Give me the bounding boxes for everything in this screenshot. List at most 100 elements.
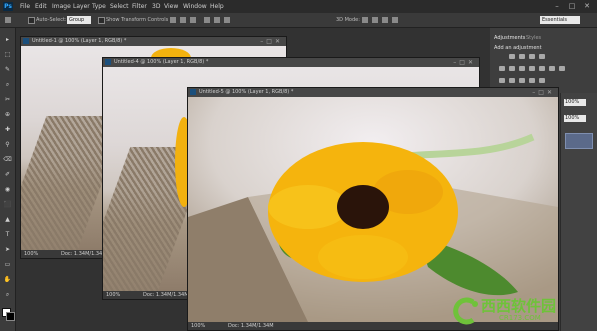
minimize-icon[interactable]: – bbox=[551, 1, 563, 11]
menu-bar: Ps File Edit Image Layer Type Select Fil… bbox=[0, 0, 597, 13]
transform-label: Show Transform Controls bbox=[106, 17, 169, 23]
zoom-level[interactable]: 100% bbox=[191, 323, 205, 329]
blur-tool-icon[interactable]: ◉ bbox=[3, 186, 12, 193]
crop-tool-icon[interactable]: ✂ bbox=[3, 96, 12, 103]
document-icon bbox=[23, 38, 29, 44]
path-select-tool-icon[interactable]: ➤ bbox=[3, 246, 12, 253]
menu-view[interactable]: View bbox=[164, 3, 178, 10]
menu-file[interactable]: File bbox=[20, 3, 30, 10]
document-size: Doc: 1.34M/1.34M bbox=[228, 323, 274, 329]
pen-tool-icon[interactable]: ▲ bbox=[3, 216, 12, 223]
align-right-icon[interactable] bbox=[224, 17, 230, 23]
align-top-icon[interactable] bbox=[170, 17, 176, 23]
document-titlebar[interactable]: Untitled-5 @ 100% (Layer 1, RGB/8) * –□✕ bbox=[188, 88, 558, 97]
auto-select-label: Auto-Select: bbox=[36, 17, 67, 23]
hand-tool-icon[interactable]: ✋ bbox=[3, 276, 12, 283]
threshold-icon[interactable] bbox=[519, 78, 525, 83]
menu-filter[interactable]: Filter bbox=[132, 3, 147, 10]
3d-slide-icon[interactable] bbox=[392, 17, 398, 23]
color-lookup-icon[interactable] bbox=[559, 66, 565, 71]
menu-3d[interactable]: 3D bbox=[152, 3, 160, 10]
document-canvas[interactable] bbox=[188, 97, 558, 322]
move-tool-icon[interactable] bbox=[5, 17, 11, 23]
watermark-logo-icon bbox=[453, 297, 478, 325]
document-title: Untitled-5 @ 100% (Layer 1, RGB/8) * bbox=[199, 89, 294, 95]
black-white-icon[interactable] bbox=[529, 66, 535, 71]
opacity-field[interactable]: 100% bbox=[564, 99, 586, 106]
invert-icon[interactable] bbox=[499, 78, 505, 83]
align-bottom-icon[interactable] bbox=[190, 17, 196, 23]
maximize-icon[interactable]: □ bbox=[566, 1, 578, 11]
3d-pan-icon[interactable] bbox=[382, 17, 388, 23]
eyedropper-tool-icon[interactable]: ⊕ bbox=[3, 111, 12, 118]
gradient-tool-icon[interactable]: ⬛ bbox=[3, 201, 12, 208]
gradient-map-icon[interactable] bbox=[529, 78, 535, 83]
options-bar: Auto-Select: Group Show Transform Contro… bbox=[0, 13, 597, 28]
document-size: Doc: 1.34M/1.34M bbox=[143, 292, 189, 298]
channel-mixer-icon[interactable] bbox=[549, 66, 555, 71]
zoom-tool-icon[interactable]: ⌕ bbox=[3, 291, 12, 298]
vibrance-icon[interactable] bbox=[499, 66, 505, 71]
hue-saturation-icon[interactable] bbox=[509, 66, 515, 71]
auto-select-checkbox[interactable] bbox=[28, 17, 35, 24]
selective-color-icon[interactable] bbox=[539, 78, 545, 83]
3d-rotate-icon[interactable] bbox=[362, 17, 368, 23]
document-window-buttons[interactable]: –□✕ bbox=[260, 38, 283, 45]
auto-select-dropdown[interactable]: Group bbox=[67, 16, 91, 24]
3d-mode-label: 3D Mode: bbox=[336, 17, 360, 23]
menu-image[interactable]: Image bbox=[52, 3, 71, 10]
document-icon bbox=[190, 89, 196, 95]
eraser-tool-icon[interactable]: ⌫ bbox=[3, 156, 12, 163]
lasso-tool-icon[interactable]: ✎ bbox=[3, 66, 12, 73]
marquee-tool-icon[interactable]: ⬚ bbox=[3, 51, 12, 58]
menu-select[interactable]: Select bbox=[110, 3, 129, 10]
tab-adjustments[interactable]: Adjustments bbox=[494, 35, 525, 41]
close-icon[interactable]: ✕ bbox=[581, 1, 593, 11]
align-middle-icon[interactable] bbox=[180, 17, 186, 23]
menu-type[interactable]: Type bbox=[92, 3, 106, 10]
shape-tool-icon[interactable]: ▭ bbox=[3, 261, 12, 268]
menu-layer[interactable]: Layer bbox=[73, 3, 90, 10]
watermark: 西西软件园 CR173.COM bbox=[447, 293, 597, 331]
photo-filter-icon[interactable] bbox=[539, 66, 545, 71]
levels-icon[interactable] bbox=[519, 54, 525, 59]
color-balance-icon[interactable] bbox=[519, 66, 525, 71]
document-titlebar[interactable]: Untitled-1 @ 100% (Layer 1, RGB/8) * –□✕ bbox=[21, 37, 286, 46]
healing-tool-icon[interactable]: ✚ bbox=[3, 126, 12, 133]
menu-window[interactable]: Window bbox=[183, 3, 207, 10]
move-tool-icon[interactable]: ▸ bbox=[3, 36, 12, 43]
watermark-title: 西西软件园 bbox=[481, 297, 557, 315]
sunflower-photo bbox=[188, 97, 558, 322]
photoshop-logo: Ps bbox=[3, 2, 13, 11]
align-center-icon[interactable] bbox=[214, 17, 220, 23]
exposure-icon[interactable] bbox=[539, 54, 545, 59]
document-title: Untitled-4 @ 100% (Layer 1, RGB/8) * bbox=[114, 59, 209, 65]
document-titlebar[interactable]: Untitled-4 @ 100% (Layer 1, RGB/8) * –□✕ bbox=[103, 58, 479, 67]
background-color-swatch[interactable] bbox=[6, 312, 15, 321]
3d-roll-icon[interactable] bbox=[372, 17, 378, 23]
add-adjustment-label: Add an adjustment bbox=[494, 45, 542, 51]
menu-help[interactable]: Help bbox=[210, 3, 224, 10]
document-window-buttons[interactable]: –□✕ bbox=[532, 89, 555, 96]
brightness-icon[interactable] bbox=[509, 54, 515, 59]
curves-icon[interactable] bbox=[529, 54, 535, 59]
quick-select-tool-icon[interactable]: ⌕ bbox=[3, 81, 12, 88]
document-title: Untitled-1 @ 100% (Layer 1, RGB/8) * bbox=[32, 38, 127, 44]
type-tool-icon[interactable]: T bbox=[3, 231, 12, 238]
brush-tool-icon[interactable]: ⚲ bbox=[3, 141, 12, 148]
menu-edit[interactable]: Edit bbox=[35, 3, 47, 10]
tab-styles[interactable]: Styles bbox=[526, 35, 541, 41]
workspace-dropdown[interactable]: Essentials bbox=[540, 16, 580, 24]
tools-panel: ▸ ⬚ ✎ ⌕ ✂ ⊕ ✚ ⚲ ⌫ ✐ ◉ ⬛ ▲ T ➤ ▭ ✋ ⌕ bbox=[0, 28, 16, 331]
layer-thumbnail[interactable] bbox=[565, 133, 593, 149]
watermark-subtitle: CR173.COM bbox=[499, 314, 541, 322]
zoom-level[interactable]: 100% bbox=[24, 251, 38, 257]
document-window-buttons[interactable]: –□✕ bbox=[453, 59, 476, 66]
align-left-icon[interactable] bbox=[204, 17, 210, 23]
transform-checkbox[interactable] bbox=[98, 17, 105, 24]
history-brush-tool-icon[interactable]: ✐ bbox=[3, 171, 12, 178]
posterize-icon[interactable] bbox=[509, 78, 515, 83]
zoom-level[interactable]: 100% bbox=[106, 292, 120, 298]
document-icon bbox=[105, 59, 111, 65]
fill-field[interactable]: 100% bbox=[564, 115, 586, 122]
